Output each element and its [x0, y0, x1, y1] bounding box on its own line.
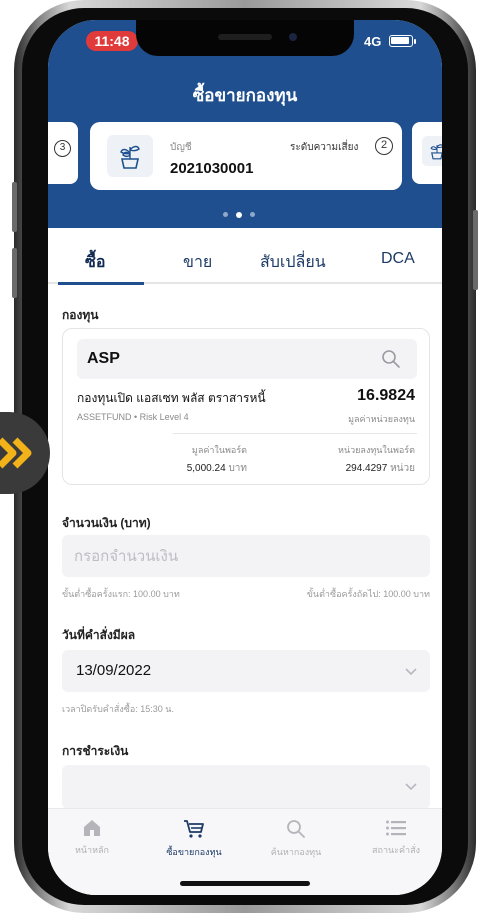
payment-label: การชำระเงิน [62, 744, 129, 758]
portfolio-value: 5,000.24 บาท [187, 461, 247, 476]
nav-order-status[interactable]: สถานะคำสั่ง [356, 819, 436, 857]
account-card-next[interactable] [412, 122, 442, 184]
portfolio-units-number: 294.4297 [345, 463, 388, 474]
portfolio-value-label: มูลค่าในพอร์ต [191, 445, 247, 455]
volume-down-button [12, 248, 17, 298]
list-icon [386, 820, 406, 836]
fund-subtitle: ASSETFUND • Risk Level 4 [77, 412, 189, 422]
nav-trade-label: ซื้อขายกองทุน [166, 847, 222, 857]
account-card[interactable]: บัญชี 2021030001 ระดับความเสี่ยง 2 [90, 122, 402, 190]
nav-search-label: ค้นหากองทุน [270, 847, 322, 857]
active-tab-indicator [58, 282, 144, 285]
status-time: 11:48 [86, 31, 138, 51]
amount-field[interactable] [62, 535, 430, 577]
fund-name: กองทุนเปิด แอสเซท พลัส ตราสารหนี้ [77, 391, 266, 405]
plant-icon [422, 136, 442, 166]
cart-icon [184, 820, 204, 838]
divider [173, 433, 417, 434]
portfolio-value-unit: บาท [228, 463, 247, 474]
nav-trade[interactable]: ซื้อขายกองทุน [154, 819, 234, 859]
order-cutoff-hint: เวลาปิดรับคำสั่งซื้อ: 15:30 น. [62, 704, 174, 714]
battery-icon [389, 35, 413, 47]
app-screen: 11:48 4G ซื้อขายกองทุน 3 บัญชี 202103000… [48, 20, 442, 895]
min-next-purchase-hint: ขั้นต่ำซื้อครั้งถัดไป: 100.00 บาท [306, 589, 430, 599]
account-number: 2021030001 [170, 160, 254, 177]
fund-nav-label: มูลค่าหน่วยลงทุน [348, 414, 415, 424]
fund-section-label: กองทุน [62, 308, 99, 322]
chevron-down-icon [405, 668, 417, 676]
power-button [473, 210, 478, 290]
effective-date-label: วันที่คำสั่งมีผล [62, 628, 136, 642]
payment-select[interactable] [62, 765, 430, 809]
risk-level-badge: 2 [375, 137, 393, 155]
fund-nav-value: 16.9824 [357, 387, 415, 404]
portfolio-units: 294.4297 หน่วย [346, 461, 415, 476]
network-indicator: 4G [364, 34, 382, 49]
account-label: บัญชี [170, 142, 192, 153]
battery-tip [414, 39, 416, 44]
account-card-prev[interactable]: 3 [48, 122, 78, 184]
chevron-down-icon [405, 783, 417, 791]
app-header: 11:48 4G ซื้อขายกองทุน 3 บัญชี 202103000… [48, 20, 442, 228]
home-indicator [180, 881, 310, 886]
nav-search[interactable]: ค้นหากองทุน [256, 819, 336, 859]
carousel-dot-active[interactable] [236, 211, 242, 218]
min-first-purchase-hint: ขั้นต่ำซื้อครั้งแรก: 100.00 บาท [62, 589, 180, 599]
fund-code: ASP [87, 350, 120, 367]
front-camera [289, 33, 297, 41]
portfolio-value-number: 5,000.24 [186, 463, 226, 474]
effective-date-select[interactable]: 13/09/2022 [62, 650, 430, 692]
double-chevron-right-icon [0, 437, 32, 469]
plant-icon [107, 135, 153, 177]
page-title: ซื้อขายกองทุน [192, 86, 298, 105]
fund-search-field[interactable]: ASP [77, 339, 417, 379]
nav-home[interactable]: หน้าหลัก [52, 819, 132, 857]
home-icon [84, 820, 100, 836]
search-icon [287, 820, 305, 838]
search-icon[interactable] [381, 349, 401, 369]
tab-buy[interactable]: ซื้อ [85, 250, 105, 275]
tab-sell[interactable]: ขาย [183, 250, 212, 275]
carousel-dot[interactable] [250, 212, 255, 218]
nav-home-label: หน้าหลัก [74, 845, 110, 855]
trade-tabs: ซื้อ ขาย สับเปลี่ยน DCA [48, 228, 442, 284]
effective-date-value: 13/09/2022 [76, 662, 152, 679]
fund-card: ASP กองทุนเปิด แอสเซท พลัส ตราสารหนี้ 16… [62, 328, 430, 485]
notch [136, 20, 354, 56]
carousel-dots[interactable] [223, 206, 263, 224]
volume-up-button [12, 182, 17, 232]
risk-level-label: ระดับความเสี่ยง [290, 142, 359, 153]
amount-input[interactable] [62, 535, 430, 577]
portfolio-units-label: หน่วยลงทุนในพอร์ต [338, 445, 415, 455]
nav-order-status-label: สถานะคำสั่ง [372, 845, 420, 855]
speaker [218, 34, 272, 40]
carousel-dot[interactable] [223, 212, 228, 218]
amount-label: จำนวนเงิน (บาท) [62, 516, 151, 530]
risk-level-badge: 3 [54, 140, 71, 157]
portfolio-units-unit: หน่วย [390, 463, 415, 474]
tab-dca[interactable]: DCA [381, 250, 415, 268]
tab-switch[interactable]: สับเปลี่ยน [260, 250, 326, 275]
